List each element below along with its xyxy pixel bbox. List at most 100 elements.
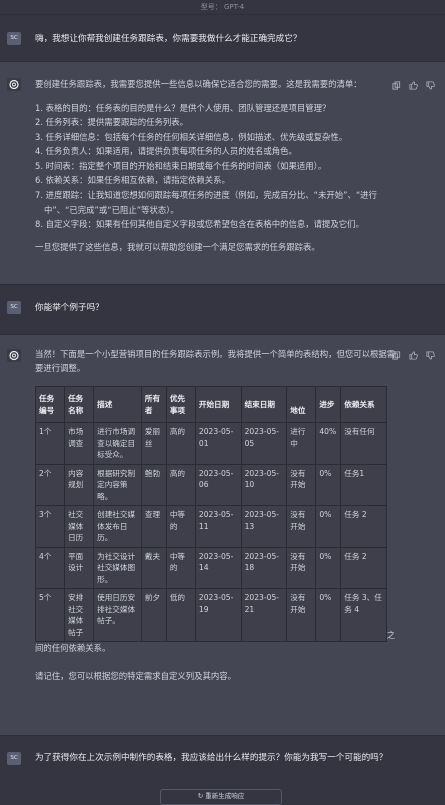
table-cell: 2023-05-18 [240, 546, 288, 589]
column-header: 地位 [286, 386, 317, 423]
table-cell: 3个 [34, 505, 66, 548]
thumbs-up-icon[interactable] [409, 351, 418, 360]
table-cell: 进行市场调查以确定目标受众。 [93, 422, 142, 465]
regenerate-label: 重新生成响应 [205, 792, 245, 800]
table-cell: 为社交设计社交媒体图形。 [93, 546, 142, 589]
table-cell: 2023-05-10 [240, 463, 288, 506]
user-message-2: SC 你能举个例子吗？ [0, 294, 445, 324]
table-cell: 戴夫 [140, 546, 167, 589]
table-cell: 安排社交媒体帖子 [64, 588, 95, 642]
table-cell: 没有开始 [286, 588, 317, 642]
message-actions [392, 351, 435, 360]
list-item: 3. 任务详细信息：包括每个任务的任何相关详细信息，例如描述、优先级或复杂性。 [35, 131, 348, 142]
table-cell: 根据研究制定内容策略。 [93, 463, 142, 506]
user-message-1: SC 嗨，我想让你帮我创建任务跟踪表，你需要我做什么才能正确完成它？ [0, 26, 445, 54]
user-message-text: 嗨，我想让你帮我创建任务跟踪表，你需要我做什么才能正确完成它？ [35, 34, 302, 44]
table-cell: 2023-05-01 [194, 422, 242, 465]
table-header-row: 任务编号 任务名称 描述 所有者 优先事项 开始日期 结束日期 地位 进步 依赖… [34, 386, 387, 423]
task-tracking-table: 任务编号 任务名称 描述 所有者 优先事项 开始日期 结束日期 地位 进步 依赖… [34, 386, 387, 642]
table-cell: 40% [315, 422, 342, 465]
assistant-message-1: 要创建任务跟踪表，我需要您提供一些信息以确保它适合您的需要。这是我需要的清单： … [0, 61, 445, 285]
list-item: 6. 依赖关系：如果任务相互依赖，请指定依赖关系。 [35, 175, 230, 186]
table-cell: 任务 3、任务 4 [340, 588, 387, 642]
table-cell: 中等的 [165, 505, 196, 548]
thumbs-down-icon[interactable] [426, 81, 435, 90]
table-row: 3个 社交媒体日历 创建社交媒体发布日历。 查理 中等的 2023-05-11 … [34, 505, 387, 548]
table-cell: 进行中 [286, 422, 317, 465]
table-cell: 2023-05-11 [194, 505, 242, 548]
table-cell: 1个 [34, 422, 66, 465]
column-header: 优先事项 [165, 386, 196, 423]
table-cell: 没有开始 [286, 546, 317, 589]
table-row: 4个 平面设计 为社交设计社交媒体图形。 戴夫 中等的 2023-05-14 2… [34, 546, 387, 589]
list-item: 7. 进度跟踪：让我知道您想如何跟踪每项任务的进度（例如，完成百分比、“未开始”… [35, 190, 377, 201]
thumbs-up-icon[interactable] [409, 81, 418, 90]
user-avatar: SC [7, 32, 21, 45]
column-header: 依赖关系 [340, 386, 387, 423]
table-row: 2个 内容规划 根据研究制定内容策略。 鲍勃 高的 2023-05-06 202… [34, 463, 387, 506]
table-cell: 2023-05-06 [194, 463, 242, 506]
table-cell: 没有开始 [286, 505, 317, 548]
table-cell: 社交媒体日历 [64, 505, 95, 548]
model-label: 型号： GPT-4 [0, 0, 445, 15]
message-actions [392, 81, 435, 90]
user-avatar: SC [7, 752, 21, 765]
list-item: 4. 任务负责人：如果适用，请提供负责每项任务的人员的姓名或角色。 [35, 146, 297, 157]
table-cell: 前夕 [140, 588, 167, 642]
column-header: 描述 [93, 386, 142, 423]
column-header: 任务名称 [64, 386, 95, 423]
table-cell: 4个 [34, 546, 66, 589]
column-header: 进步 [315, 386, 342, 423]
column-header: 所有者 [140, 386, 167, 423]
list-item: 5. 时间表：指定整个项目的开始和结束日期或每个任务的时间表（如果适用）。 [35, 160, 327, 171]
table-cell: 0% [315, 505, 342, 548]
table-cell: 没有开始 [286, 463, 317, 506]
table-cell: 高的 [165, 463, 196, 506]
assistant-intro: 要创建任务跟踪表，我需要您提供一些信息以确保它适合您的需要。这是我需要的清单： [35, 79, 362, 89]
table-cell: 2个 [34, 463, 66, 506]
column-header: 结束日期 [240, 386, 288, 423]
table-cell: 没有任何 [340, 422, 387, 465]
regenerate-button[interactable]: ↻ 重新生成响应 [160, 789, 282, 805]
table-cell: 高的 [165, 422, 196, 465]
user-message-3: SC 为了获得你在上次示例中制作的表格，我应该给出什么样的提示？你能为我写一个可… [0, 744, 445, 784]
table-cell: 创建社交媒体发布日历。 [93, 505, 142, 548]
column-header: 任务编号 [34, 386, 66, 423]
assistant-outro: 一旦您提供了这些信息，我就可以帮助您创建一个满足您需求的任务跟踪表。 [35, 241, 320, 252]
list-item: 中”、“已完成”或“已阻止”等状态）。 [44, 204, 179, 215]
table-cell: 2023-05-14 [194, 546, 242, 589]
openai-logo-icon [7, 349, 21, 362]
table-cell: 中等的 [165, 546, 196, 589]
openai-logo-icon [7, 78, 21, 91]
table-cell: 任务 2 [340, 546, 387, 589]
table-cell: 2023-05-13 [240, 505, 288, 548]
table-cell: 任务1 [340, 463, 387, 506]
table-cell: 2023-05-21 [240, 588, 288, 642]
thumbs-down-icon[interactable] [426, 351, 435, 360]
assistant-closing: 请记住，您可以根据您的特定需求自定义列及其内容。 [35, 670, 236, 681]
table-cell: 2023-05-05 [240, 422, 288, 465]
assistant-intro: 当然！下面是一个小型营销项目的任务跟踪表示例。我将提供一个简单的表结构，但您可以… [35, 349, 396, 373]
table-cell: 爱丽丝 [140, 422, 167, 465]
requirements-list: 1. 表格的目的：任务表的目的是什么？是供个人使用、团队管理还是项目管理？ 2.… [35, 101, 397, 232]
table-row: 1个 市场调查 进行市场调查以确定目标受众。 爱丽丝 高的 2023-05-01… [34, 422, 387, 465]
table-row: 5个 安排社交媒体帖子 使用日历安排社交媒体帖子。 前夕 低的 2023-05-… [34, 588, 387, 642]
table-cell: 市场调查 [64, 422, 95, 465]
table-cell: 2023-05-19 [194, 588, 242, 642]
user-message-text: 你能举个例子吗？ [35, 303, 104, 313]
user-avatar: SC [7, 301, 21, 314]
list-item: 8. 自定义字段：如果有任何其他自定义字段或您希望包含在表格中的信息，请提及它们… [35, 219, 364, 230]
table-cell: 0% [315, 546, 342, 589]
table-cell: 0% [315, 588, 342, 642]
list-item: 2. 任务列表：提供需要跟踪的任务列表。 [35, 117, 189, 128]
table-cell: 内容规划 [64, 463, 95, 506]
column-header: 开始日期 [194, 386, 242, 423]
table-cell: 查理 [140, 505, 167, 548]
table-cell: 0% [315, 463, 342, 506]
list-item: 1. 表格的目的：任务表的目的是什么？是供个人使用、团队管理还是项目管理？ [35, 102, 331, 113]
user-message-text: 为了获得你在上次示例中制作的表格，我应该给出什么样的提示？你能为我写一个可能的吗… [35, 753, 388, 763]
table-cell: 鲍勃 [140, 463, 167, 506]
table-cell: 平面设计 [64, 546, 95, 589]
table-cell: 低的 [165, 588, 196, 642]
table-cell: 任务 2 [340, 505, 387, 548]
